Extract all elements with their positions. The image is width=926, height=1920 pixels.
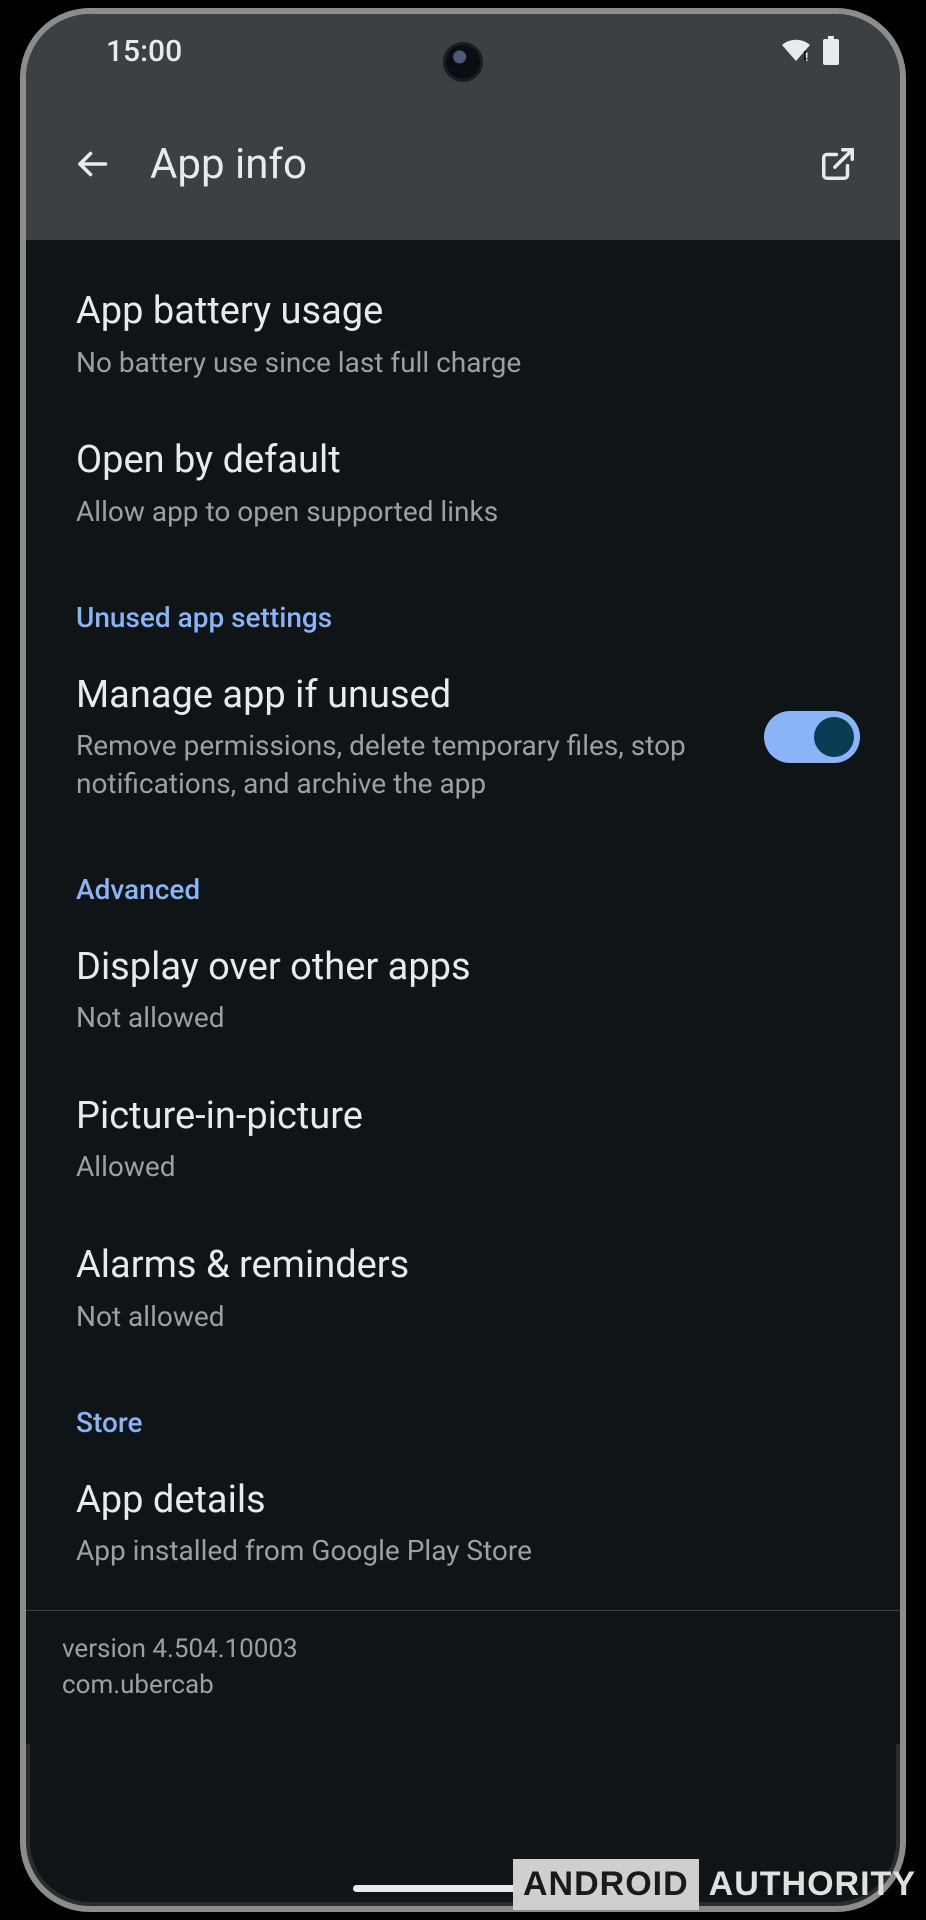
app-bar: App info — [26, 88, 900, 240]
item-subtitle: No battery use since last full charge — [76, 344, 850, 382]
app-footer: version 4.504.10003 com.ubercab — [26, 1611, 900, 1744]
phone-frame: 15:00 ! App info App battery usage No ba… — [20, 8, 906, 1912]
item-title: Alarms & reminders — [76, 1242, 850, 1290]
watermark: ANDROID AUTHORITY — [513, 1859, 926, 1910]
section-store: Store — [26, 1364, 900, 1449]
item-subtitle: Not allowed — [76, 999, 850, 1037]
item-title: App details — [76, 1477, 850, 1525]
back-button[interactable] — [58, 146, 126, 182]
app-details-item[interactable]: App details App installed from Google Pl… — [26, 1449, 900, 1598]
item-title: Picture-in-picture — [76, 1093, 850, 1141]
page-title: App info — [126, 140, 808, 189]
manage-app-if-unused-item[interactable]: Manage app if unused Remove permissions,… — [26, 644, 900, 831]
app-version: version 4.504.10003 — [62, 1631, 864, 1667]
item-subtitle: App installed from Google Play Store — [76, 1532, 850, 1570]
item-subtitle: Allowed — [76, 1148, 850, 1186]
package-name: com.ubercab — [62, 1667, 864, 1703]
item-title: Manage app if unused — [76, 672, 740, 720]
svg-text:!: ! — [805, 50, 808, 63]
toggle-knob — [814, 717, 854, 757]
watermark-boxed: ANDROID — [513, 1859, 699, 1910]
item-subtitle: Not allowed — [76, 1298, 850, 1336]
battery-icon — [822, 36, 840, 66]
display-over-other-apps-item[interactable]: Display over other apps Not allowed — [26, 916, 900, 1065]
section-unused-app-settings: Unused app settings — [26, 559, 900, 644]
app-battery-usage-item[interactable]: App battery usage No battery use since l… — [26, 260, 900, 409]
settings-list[interactable]: App battery usage No battery use since l… — [26, 240, 900, 1744]
section-advanced: Advanced — [26, 831, 900, 916]
clock: 15:00 — [106, 34, 182, 69]
item-subtitle: Allow app to open supported links — [76, 493, 850, 531]
item-title: Open by default — [76, 437, 850, 485]
item-subtitle: Remove permissions, delete temporary fil… — [76, 727, 696, 803]
front-camera — [443, 42, 483, 82]
watermark-plain: AUTHORITY — [699, 1859, 926, 1910]
alarms-reminders-item[interactable]: Alarms & reminders Not allowed — [26, 1214, 900, 1363]
item-title: Display over other apps — [76, 944, 850, 992]
open-by-default-item[interactable]: Open by default Allow app to open suppor… — [26, 409, 900, 558]
manage-unused-toggle[interactable] — [764, 711, 860, 763]
picture-in-picture-item[interactable]: Picture-in-picture Allowed — [26, 1065, 900, 1214]
wifi-icon: ! — [780, 39, 812, 63]
open-external-button[interactable] — [808, 145, 868, 183]
item-title: App battery usage — [76, 288, 850, 336]
